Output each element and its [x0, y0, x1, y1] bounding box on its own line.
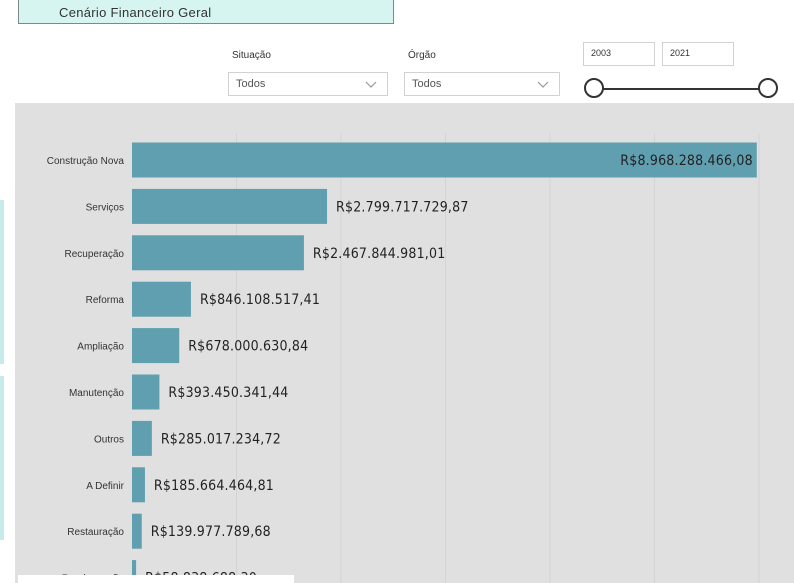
data-label: R$185.664.464,81 — [154, 478, 274, 494]
data-label: R$846.108.517,41 — [200, 292, 320, 308]
side-accent-strip — [0, 376, 4, 540]
side-accent-strip — [0, 200, 4, 364]
data-label: R$285.017.234,72 — [161, 431, 281, 447]
situacao-dropdown-value: Todos — [236, 78, 266, 90]
bar[interactable] — [132, 281, 191, 317]
category-label: A Definir — [86, 481, 124, 492]
data-label: R$139.977.789,68 — [151, 524, 271, 540]
bar-chart-panel: Construção Nova R$8.968.288.466,08 Serviço… — [15, 103, 794, 583]
data-label: R$2.799.717.729,87 — [336, 199, 469, 215]
bar[interactable] — [132, 328, 180, 364]
bar[interactable] — [132, 188, 328, 224]
orgao-dropdown[interactable]: Todos — [404, 72, 560, 96]
category-label: Serviços — [86, 202, 124, 213]
situacao-filter-label: Situação — [232, 50, 271, 61]
bar[interactable] — [132, 467, 145, 503]
situacao-dropdown[interactable]: Todos — [228, 72, 388, 96]
orgao-filter-label: Órgão — [408, 50, 436, 61]
bar[interactable] — [132, 235, 304, 271]
orgao-dropdown-value: Todos — [412, 78, 442, 90]
year-end-input[interactable]: 2021 — [662, 42, 734, 66]
category-label: Restauração — [67, 527, 124, 538]
report-title: Cenário Financeiro Geral — [59, 5, 212, 20]
year-slider-end-handle[interactable] — [758, 78, 778, 98]
data-label: R$8.968.288.466,08 — [620, 153, 753, 169]
category-label: Outros — [94, 434, 124, 445]
category-label: Construção Nova — [47, 156, 125, 167]
report-title-card: Cenário Financeiro Geral — [18, 0, 394, 24]
category-label: Reforma — [86, 295, 125, 306]
chevron-down-icon — [365, 81, 377, 88]
category-label: Ampliação — [77, 342, 124, 353]
year-start-input[interactable]: 2003 — [583, 42, 655, 66]
bar[interactable] — [132, 420, 152, 456]
year-slider-start-handle[interactable] — [584, 78, 604, 98]
year-slider-track[interactable] — [596, 88, 768, 90]
bar[interactable] — [132, 374, 160, 410]
data-label: R$678.000.630,84 — [188, 339, 308, 355]
data-label: R$2.467.844.981,01 — [313, 246, 446, 262]
category-label: Manutenção — [69, 388, 124, 399]
category-label: Recuperação — [65, 249, 125, 260]
chevron-down-icon — [537, 81, 549, 88]
bar[interactable] — [132, 513, 142, 549]
bar-chart: Construção Nova R$8.968.288.466,08 Serviço… — [47, 133, 760, 583]
data-label: R$393.450.341,44 — [168, 385, 288, 401]
bottom-tab-edge — [18, 575, 294, 583]
